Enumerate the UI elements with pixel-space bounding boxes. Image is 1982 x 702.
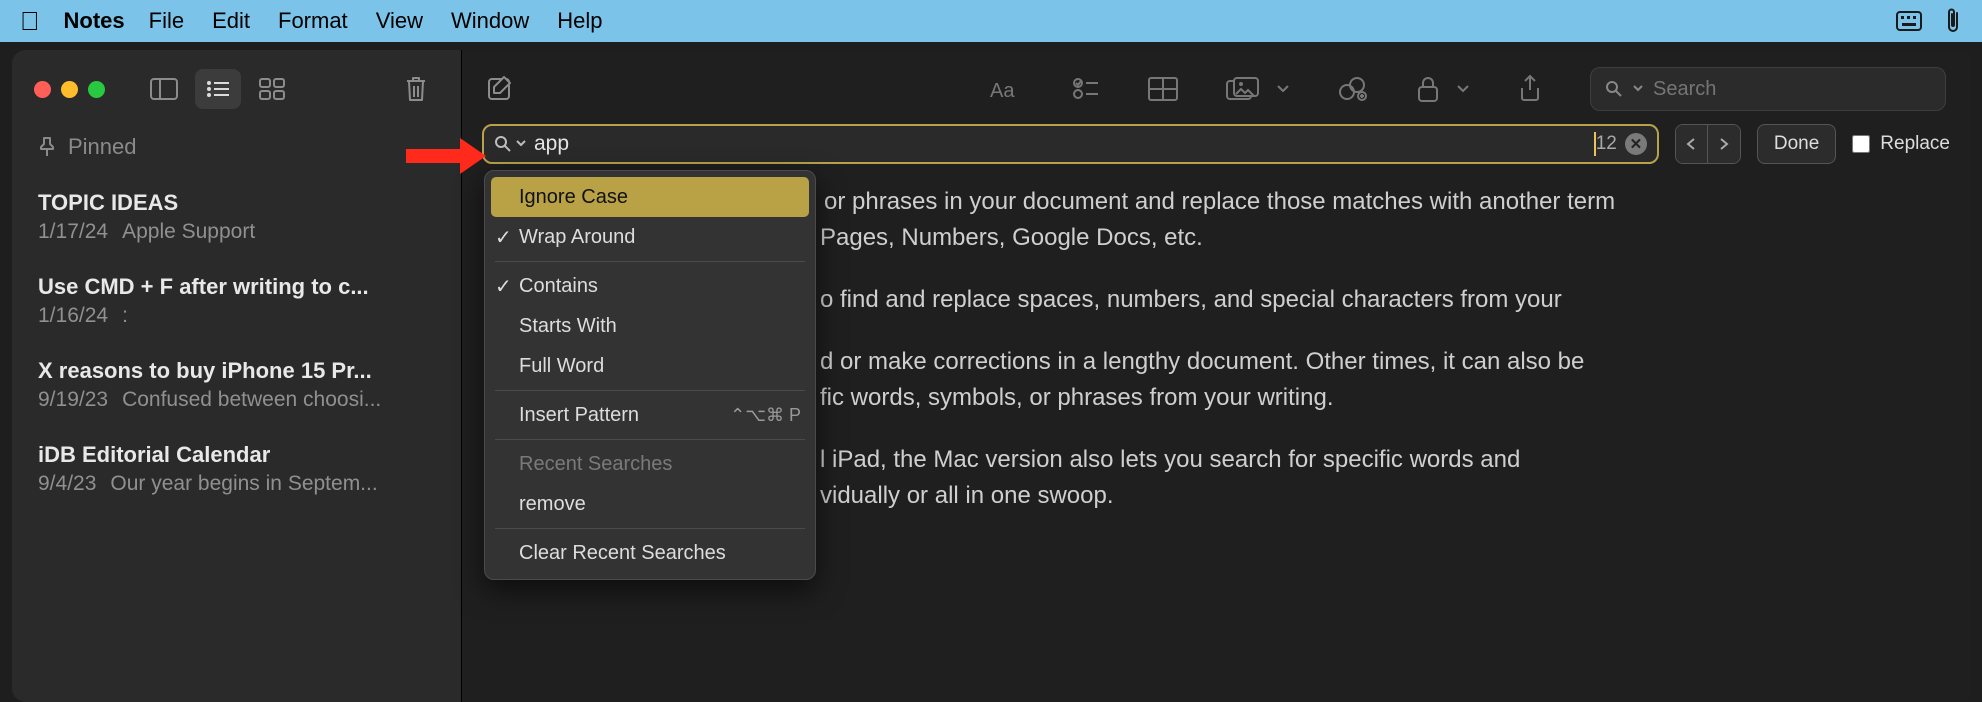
note-date: 9/4/23: [38, 472, 96, 496]
done-button[interactable]: Done: [1757, 124, 1836, 164]
menu-recent-search-item[interactable]: remove: [485, 484, 815, 524]
search-icon: [1605, 80, 1623, 98]
sidebar-toolbar: [12, 50, 461, 128]
notes-window: Pinned TOPIC IDEAS 1/17/24Apple Support …: [12, 50, 1970, 702]
find-nav: [1675, 124, 1741, 164]
find-prev-button[interactable]: [1676, 125, 1708, 163]
check-icon: ✓: [495, 225, 512, 250]
chevron-down-icon[interactable]: [1456, 84, 1470, 94]
menu-format[interactable]: Format: [278, 8, 348, 34]
find-options-menu: Ignore Case ✓ Wrap Around ✓ Contains Sta…: [484, 170, 816, 580]
note-date: 1/17/24: [38, 220, 108, 244]
format-button[interactable]: Aa: [990, 77, 1024, 101]
link-button[interactable]: [1338, 76, 1368, 102]
delete-note-button[interactable]: [393, 69, 439, 109]
minimize-window-button[interactable]: [61, 81, 78, 98]
menu-full-word[interactable]: Full Word: [485, 346, 815, 386]
note-preview: Apple Support: [122, 220, 255, 244]
main-toolbar: Aa: [462, 50, 1970, 128]
chevron-down-icon[interactable]: [1276, 84, 1290, 94]
find-next-button[interactable]: [1708, 125, 1740, 163]
replace-checkbox[interactable]: [1852, 135, 1870, 153]
check-icon: ✓: [495, 274, 512, 299]
menu-ignore-case[interactable]: Ignore Case: [491, 177, 809, 217]
menubar-app-name[interactable]: Notes: [64, 8, 125, 34]
close-window-button[interactable]: [34, 81, 51, 98]
note-cell[interactable]: iDB Editorial Calendar 9/4/23 Our year be…: [38, 432, 435, 506]
note-title: iDB Editorial Calendar: [38, 442, 435, 468]
media-button[interactable]: [1226, 77, 1260, 101]
sidebar-toggle-button[interactable]: [141, 69, 187, 109]
share-button[interactable]: [1518, 74, 1542, 104]
shortcut-label: ⌃⌥⌘ P: [730, 405, 801, 426]
replace-toggle[interactable]: Replace: [1852, 133, 1950, 155]
note-preview: :: [122, 304, 128, 328]
note-cell[interactable]: TOPIC IDEAS 1/17/24 Apple Support: [38, 180, 435, 254]
menu-insert-pattern[interactable]: Insert Pattern ⌃⌥⌘ P: [485, 395, 815, 435]
note-title: X reasons to buy iPhone 15 Pr...: [38, 358, 435, 384]
note-title: TOPIC IDEAS: [38, 190, 435, 216]
note-preview: Confused between choosi...: [122, 388, 381, 412]
find-options-button[interactable]: [494, 135, 526, 153]
note-title: Use CMD + F after writing to c...: [38, 274, 435, 300]
editor-pane: Aa: [462, 50, 1970, 702]
clear-find-button[interactable]: ✕: [1625, 133, 1647, 155]
find-bar: 12 ✕ Done Replace: [462, 124, 1970, 176]
find-input[interactable]: [534, 132, 1593, 156]
menu-view[interactable]: View: [376, 8, 423, 34]
checklist-button[interactable]: [1072, 77, 1100, 101]
note-cell[interactable]: X reasons to buy iPhone 15 Pr... 9/19/23…: [38, 348, 435, 422]
toolbar-search[interactable]: [1590, 67, 1946, 111]
menu-file[interactable]: File: [149, 8, 184, 34]
mac-menubar:  Notes File Edit Format View Window Hel…: [0, 0, 1982, 42]
traffic-lights: [34, 81, 105, 98]
note-cell[interactable]: Use CMD + F after writing to c... 1/16/2…: [38, 264, 435, 338]
menu-wrap-around[interactable]: ✓ Wrap Around: [485, 217, 815, 257]
replace-label: Replace: [1880, 133, 1950, 155]
toolbar-search-input[interactable]: [1653, 78, 1931, 101]
gallery-view-button[interactable]: [249, 69, 295, 109]
sidebar: Pinned TOPIC IDEAS 1/17/24Apple Support …: [12, 50, 462, 702]
chevron-down-icon: [1633, 85, 1643, 93]
pinned-label: Pinned: [68, 134, 137, 160]
apple-menu-icon[interactable]: : [20, 6, 40, 37]
menu-help[interactable]: Help: [557, 8, 602, 34]
table-button[interactable]: [1148, 77, 1178, 101]
find-field[interactable]: 12 ✕: [482, 124, 1659, 164]
find-result-count: 12: [1596, 133, 1617, 155]
lock-button[interactable]: [1416, 75, 1440, 103]
new-note-button[interactable]: [486, 75, 514, 103]
annotation-arrow: [406, 138, 486, 174]
menu-clear-recent[interactable]: Clear Recent Searches: [485, 533, 815, 573]
maximize-window-button[interactable]: [88, 81, 105, 98]
menu-contains[interactable]: ✓ Contains: [485, 266, 815, 306]
menu-starts-with[interactable]: Starts With: [485, 306, 815, 346]
menu-recent-searches-header: Recent Searches: [485, 444, 815, 484]
list-view-button[interactable]: [195, 69, 241, 109]
keyboard-menu-icon[interactable]: [1896, 11, 1922, 31]
note-date: 1/16/24: [38, 304, 108, 328]
svg-text:Aa: Aa: [990, 80, 1015, 101]
pinned-section-header: Pinned: [38, 134, 435, 160]
note-date: 9/19/23: [38, 388, 108, 412]
pin-icon: [38, 137, 56, 157]
menu-edit[interactable]: Edit: [212, 8, 250, 34]
paperclip-icon[interactable]: [1944, 7, 1962, 35]
menu-window[interactable]: Window: [451, 8, 529, 34]
note-preview: Our year begins in Septem...: [110, 472, 377, 496]
